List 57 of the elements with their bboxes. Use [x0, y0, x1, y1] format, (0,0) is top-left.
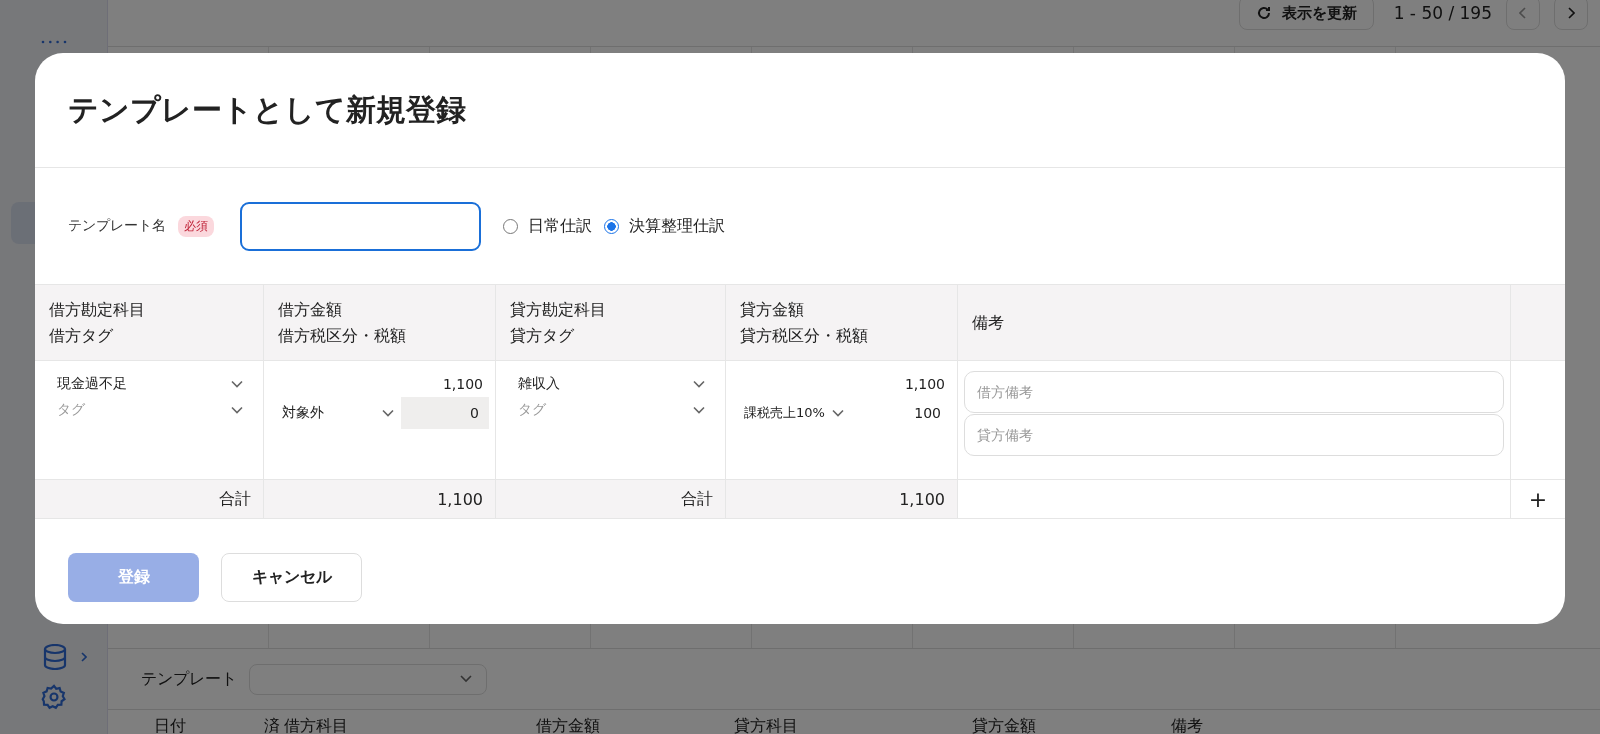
- memo-field[interactable]: 借方備考: [964, 371, 1504, 413]
- dialog-title: テンプレートとして新規登録: [68, 90, 466, 129]
- amount-text: 1,100: [441, 375, 484, 394]
- column-header: 日付: [154, 716, 187, 734]
- column-header: 借方金額: [278, 298, 343, 321]
- refresh-icon: [1255, 5, 1272, 21]
- column-header: 借方金額: [536, 716, 601, 734]
- column-header: 借方科目: [284, 716, 349, 734]
- column-header: 貸方科目: [734, 716, 799, 734]
- total-label: 合計: [219, 488, 251, 508]
- account-select[interactable]: 雑収入: [510, 371, 713, 397]
- template-label: テンプレート: [141, 668, 237, 690]
- chevron-left-icon: [1519, 7, 1527, 19]
- next-page-button[interactable]: [1554, 0, 1588, 30]
- tax-select[interactable]: 対象外: [278, 400, 398, 426]
- journal-type-radio[interactable]: 決算整理仕訳: [604, 215, 725, 237]
- column-header: 貸方タグ: [510, 324, 575, 347]
- refresh-button[interactable]: 表示を更新: [1238, 0, 1374, 30]
- tax-select[interactable]: 課税売上10%: [740, 400, 848, 426]
- previous-page-button[interactable]: [1506, 0, 1540, 30]
- chevron-down-icon: [231, 406, 243, 414]
- column-header: 貸方勘定科目: [510, 298, 607, 321]
- column-header: 備考: [972, 311, 1005, 334]
- chevron-down-icon: [693, 406, 705, 414]
- total-amount: 1,100: [899, 489, 945, 509]
- settings-icon[interactable]: [40, 684, 67, 710]
- radio-icon[interactable]: [604, 218, 619, 234]
- chevron-down-icon: [460, 675, 472, 683]
- chevron-down-icon: [832, 409, 844, 417]
- column-header: 備考: [1171, 716, 1203, 734]
- more-icon[interactable]: [40, 40, 67, 44]
- chevron-down-icon: [231, 380, 243, 388]
- column-header: 貸方金額: [740, 298, 805, 321]
- chevron-right-icon: [1567, 7, 1575, 19]
- amount-text: 1,100: [903, 375, 946, 394]
- total-amount: 1,100: [437, 489, 483, 509]
- column-header: 貸方税区分・税額: [740, 324, 869, 347]
- account-select[interactable]: 現金過不足: [49, 371, 251, 397]
- chevron-down-icon: [382, 409, 394, 417]
- required-badge: 必須: [178, 215, 214, 237]
- memo-field[interactable]: 貸方備考: [964, 414, 1504, 456]
- pagination-text: 1 - 50 / 195: [1393, 3, 1492, 23]
- template-name-field[interactable]: [240, 201, 481, 251]
- tax-amount-field: 0: [401, 397, 489, 429]
- chevron-right-icon[interactable]: [80, 652, 87, 662]
- column-header: 借方タグ: [49, 324, 114, 347]
- column-header: 貸方金額: [972, 716, 1037, 734]
- total-label: 合計: [681, 488, 713, 508]
- column-header: 済: [264, 716, 281, 734]
- field-label: テンプレート名: [68, 217, 166, 235]
- journal-type-radio[interactable]: 日常仕訳: [503, 215, 592, 237]
- tax-amount-field[interactable]: 100: [863, 397, 951, 429]
- column-header: 借方勘定科目: [49, 298, 146, 321]
- chevron-down-icon: [693, 380, 705, 388]
- database-icon[interactable]: [42, 644, 67, 670]
- column-header: 借方税区分・税額: [278, 324, 407, 347]
- cancel-button[interactable]: キャンセル: [221, 553, 362, 602]
